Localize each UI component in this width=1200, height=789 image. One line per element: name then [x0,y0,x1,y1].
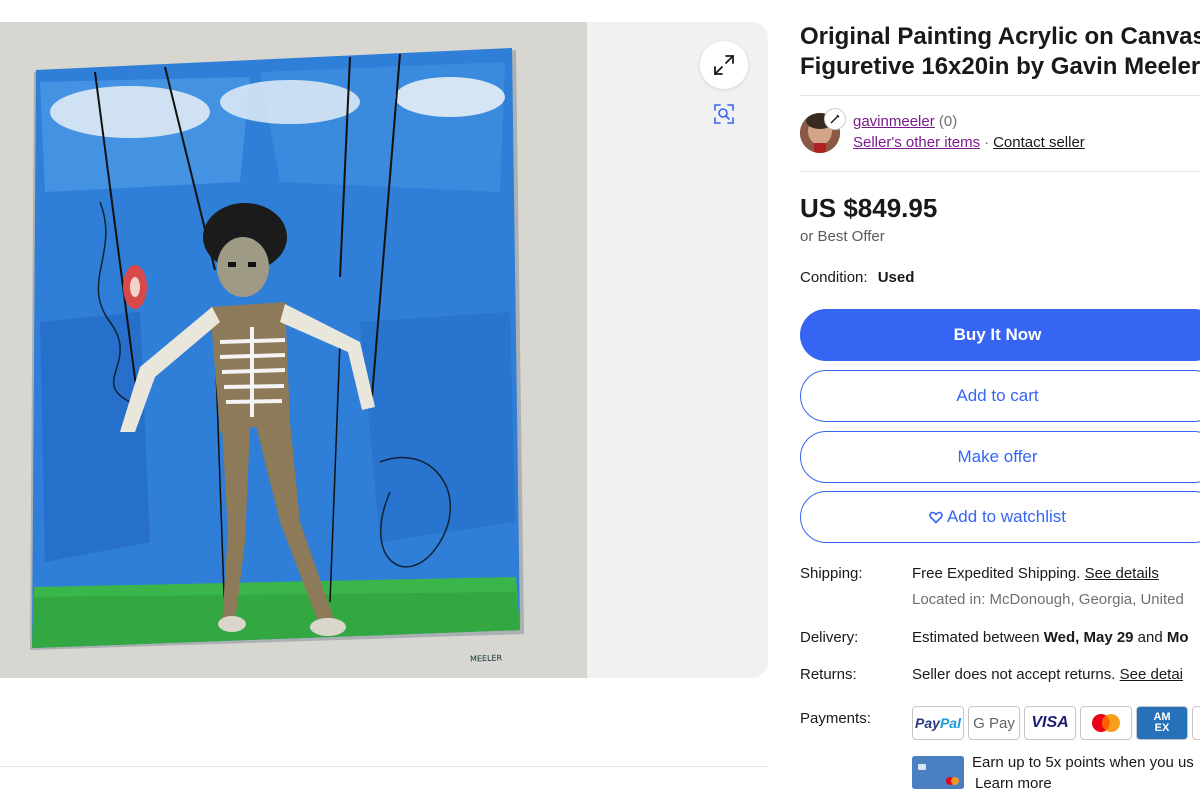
ebay-mastercard-icon [912,756,964,789]
make-offer-button[interactable]: Make offer [800,431,1200,483]
add-to-watchlist-label: Add to watchlist [946,507,1067,526]
heart-icon [929,511,943,524]
shipping-value: Free Expedited Shipping. See details [912,565,1159,582]
delivery-value: Estimated between Wed, May 29 and Mo [912,629,1189,646]
listing-title-line1: Original Painting Acrylic on Canvas [800,23,1200,50]
item-price: US $849.95 [800,193,938,223]
camera-search-icon [713,103,735,125]
amex-text: AM EX [1153,712,1170,734]
returns-see-details-link[interactable]: See detai [1120,666,1183,683]
visa-logo-icon: VISA [1024,706,1076,740]
delivery-label: Delivery: [800,629,859,646]
seller-feedback-score: (0) [938,113,958,130]
item-location: Located in: McDonough, Georgia, United [912,591,1184,608]
add-to-watchlist-button[interactable]: Add to watchlist [800,491,1200,543]
delivery-date-end: Mo [1166,629,1189,646]
condition-label: Condition: [800,269,868,286]
seller-name-link[interactable]: gavinmeeler [853,113,935,130]
edit-avatar-button[interactable] [824,108,846,130]
listing-photo[interactable]: MEELER [0,22,587,678]
mastercard-logo-icon [1080,706,1132,740]
delivery-date-start: Wed, May 29 [1043,629,1134,646]
condition-value: Used [877,269,915,286]
payments-label: Payments: [800,710,871,727]
paypal-pal-text: Pal [939,715,961,731]
pencil-icon [829,113,841,125]
delivery-text: Estimated between [912,629,1044,646]
expand-image-button[interactable] [700,41,748,89]
contact-seller-link[interactable]: Contact seller [993,134,1085,151]
item-condition: Condition: Used [800,269,914,286]
buy-it-now-button[interactable]: Buy It Now [800,309,1200,361]
make-offer-label: Make offer [957,447,1038,466]
google-pay-text: G Pay [973,714,1015,732]
add-to-cart-label: Add to cart [956,386,1039,405]
returns-value: Seller does not accept returns. See deta… [912,666,1183,683]
amex-text-ex: EX [1154,722,1170,734]
section-divider [0,766,768,767]
discover-logo-icon [1192,706,1200,740]
paypal-logo-icon: Pay Pal [912,706,964,740]
listing-title-line2: Figuretive 16x20in by Gavin Meeler [800,53,1200,80]
seller-links: Seller's other items · Contact seller [853,134,1085,151]
listing-title: Original Painting Acrylic on Canvas Figu… [800,22,1200,82]
visa-text: VISA [1031,714,1069,731]
returns-text: Seller does not accept returns. [912,666,1120,683]
expand-arrows-icon [712,53,736,77]
seller-other-items-link[interactable]: Seller's other items [853,134,980,151]
add-to-cart-button[interactable]: Add to cart [800,370,1200,422]
image-gallery: MEELER [0,22,768,678]
buy-it-now-label: Buy It Now [953,325,1042,344]
google-pay-logo-icon: G Pay [968,706,1020,740]
visual-search-button[interactable] [704,94,744,134]
seller-divider [800,171,1200,172]
painting-image [0,22,587,678]
shipping-method: Expedited Shipping. [942,565,1085,582]
returns-label: Returns: [800,666,857,683]
delivery-and: and [1133,629,1167,646]
paypal-pay-text: Pay [915,715,940,731]
amex-logo-icon: AM EX [1136,706,1188,740]
painting-signature: MEELER [469,653,503,664]
payment-methods: Pay Pal G Pay VISA AM EX [912,706,1200,740]
shipping-see-details-link[interactable]: See details [1085,565,1159,582]
separator-dot: · [984,134,990,151]
title-divider [800,95,1200,96]
earn-points-text: Earn up to 5x points when you us [972,754,1194,771]
best-offer-text: or Best Offer [800,228,885,245]
shipping-label: Shipping: [800,565,863,582]
shipping-free: Free [912,565,943,582]
seller-info: gavinmeeler (0) [853,113,957,130]
learn-more-link[interactable]: Learn more [975,775,1052,789]
